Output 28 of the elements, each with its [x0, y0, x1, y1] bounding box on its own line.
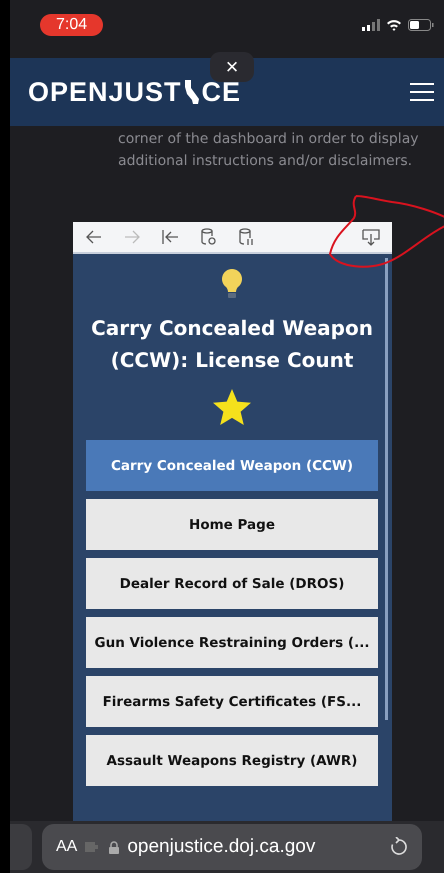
reload-icon[interactable]: [390, 837, 408, 857]
back-arrow-icon[interactable]: [85, 228, 103, 246]
intro-paragraph: corner of the dashboard in order to display additional instructions and/or disclaimers.: [117, 130, 420, 171]
text-size-button[interactable]: AA: [56, 838, 78, 856]
close-button[interactable]: ×: [210, 52, 254, 82]
signal-icon: [362, 19, 380, 31]
refresh-data-icon[interactable]: [199, 228, 217, 246]
dashboard-nav-button[interactable]: Assault Weapons Registry (AWR): [86, 735, 378, 786]
logo-text: OPENJUST: [28, 76, 182, 108]
menu-icon[interactable]: [410, 83, 434, 101]
scrollbar[interactable]: [385, 258, 388, 720]
dashboard-title: Carry Concealed Weapon (CCW): License Count: [90, 315, 374, 374]
status-time: 7:04: [40, 14, 104, 36]
wifi-icon: [386, 19, 402, 31]
dashboard-nav-button[interactable]: Home Page: [86, 499, 378, 550]
pause-data-icon[interactable]: [237, 228, 255, 246]
dashboard-nav-button[interactable]: Firearms Safety Certificates (FS...: [86, 676, 378, 727]
dashboard-nav-button[interactable]: Gun Violence Restraining Orders (...: [86, 617, 378, 668]
star-icon: [212, 388, 252, 426]
lock-icon: [109, 840, 120, 854]
battery-icon: [408, 19, 434, 31]
dashboard-nav-button[interactable]: Dealer Record of Sale (DROS): [86, 558, 378, 609]
dashboard-nav-button[interactable]: Carry Concealed Weapon (CCW): [86, 440, 378, 491]
download-icon[interactable]: [362, 228, 380, 246]
state-shape-icon: [184, 79, 200, 105]
first-page-icon[interactable]: [161, 228, 179, 246]
address-bar[interactable]: AA openjustice.doj.ca.gov: [42, 824, 422, 870]
url-text: openjustice.doj.ca.gov: [127, 836, 316, 858]
